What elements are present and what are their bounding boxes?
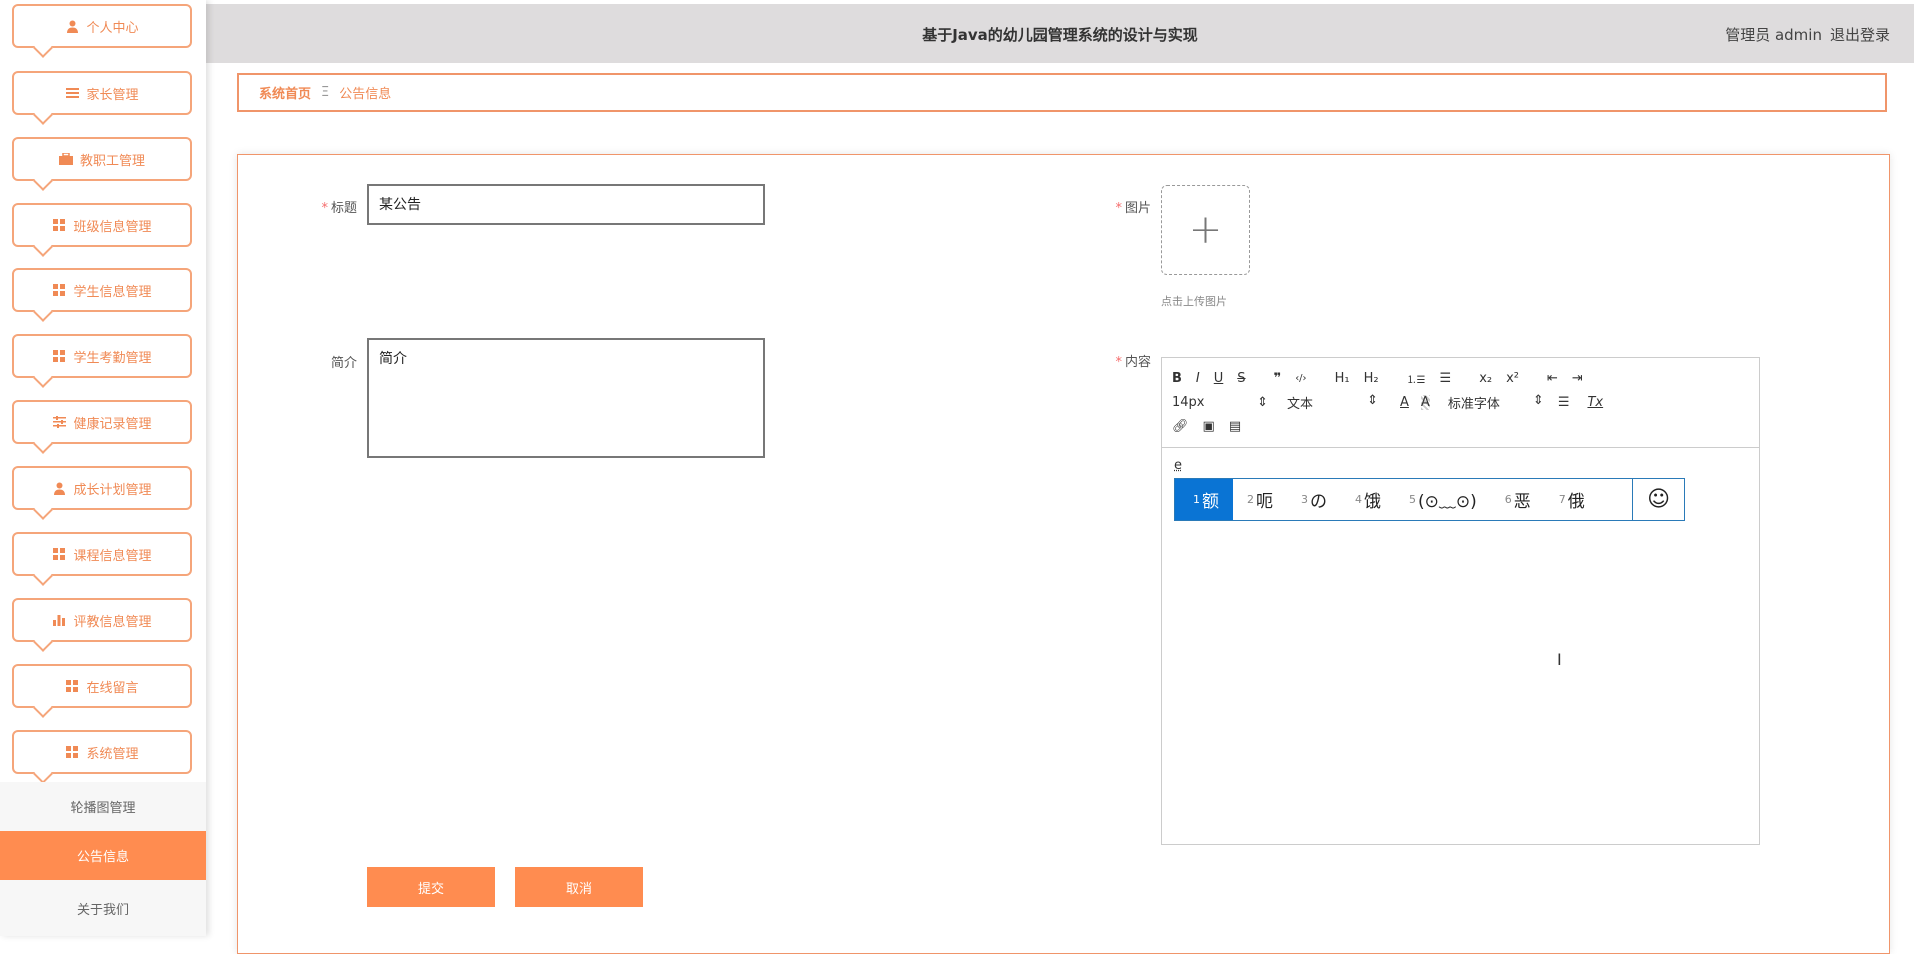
sidebar-item-evaluation[interactable]: 评教信息管理 [12, 598, 192, 642]
ordered-list-button[interactable]: ⒈☰ [1407, 371, 1426, 386]
sidebar-item-personal-center[interactable]: 个人中心 [12, 4, 192, 48]
title-label: * 标题 [321, 201, 357, 216]
italic-button[interactable]: I [1196, 371, 1200, 386]
title-input[interactable]: 某公告 [367, 184, 765, 225]
sidebar-item-attendance[interactable]: 学生考勤管理 [12, 334, 192, 378]
app-title: 基于Java的幼儿园管理系统的设计与实现 [922, 26, 1198, 44]
grid-icon [65, 679, 79, 693]
font-family-select[interactable]: 标准字体 ⇕ [1448, 393, 1558, 412]
submenu-announcements[interactable]: 公告信息 [0, 831, 206, 880]
code-block-button[interactable]: ‹/› [1295, 373, 1306, 384]
video-icon[interactable]: ▤ [1229, 419, 1241, 434]
person-icon [52, 481, 66, 495]
background-color-button[interactable]: A [1420, 394, 1430, 410]
intro-label: 简介 [330, 356, 357, 371]
link-icon[interactable]: 🔗︎ [1172, 419, 1189, 434]
sidebar-item-messages[interactable]: 在线留言 [12, 664, 192, 708]
ime-candidate[interactable]: 4饿 [1341, 479, 1395, 520]
submenu-carousel[interactable]: 轮播图管理 [0, 782, 206, 831]
blockquote-button[interactable]: ❞ [1274, 371, 1282, 386]
font-size-select[interactable]: 14px ⇕ [1172, 395, 1282, 410]
grid-icon [52, 218, 66, 232]
sidebar-item-growth-plan[interactable]: 成长计划管理 [12, 466, 192, 510]
ime-candidate[interactable]: 5 (⊙﹏⊙) [1395, 479, 1491, 520]
cancel-button[interactable]: 取消 [515, 867, 643, 907]
rich-text-editor: B I U S ❞ ‹/› H₁ H₂ ⒈☰ ☰ x₂ x² ⇤ ⇥ 14px ⇕… [1161, 357, 1760, 845]
bullet-list-button[interactable]: ☰ [1440, 371, 1452, 386]
grid-icon [52, 349, 66, 363]
person-icon [65, 19, 79, 33]
submit-button[interactable]: 提交 [367, 867, 495, 907]
logout-link[interactable]: 退出登录 [1830, 26, 1890, 44]
plus-icon: + [1188, 207, 1223, 253]
image-upload-button[interactable]: + [1161, 185, 1250, 275]
ime-candidate[interactable]: 3の [1287, 479, 1341, 520]
align-button[interactable]: ☰ [1558, 395, 1570, 410]
updown-icon: ⇕ [1257, 394, 1268, 410]
ime-candidate[interactable]: 6恶 [1491, 479, 1545, 520]
strike-button[interactable]: S [1237, 371, 1245, 386]
grid-icon [52, 547, 66, 561]
block-format-select[interactable]: 文本 ⇕ [1282, 393, 1392, 412]
image-icon[interactable]: ▣ [1203, 419, 1215, 434]
subscript-button[interactable]: x₂ [1479, 371, 1492, 386]
sidebar-item-health[interactable]: 健康记录管理 [12, 400, 192, 444]
ime-candidate[interactable]: 2呃 [1233, 479, 1287, 520]
content-label: * 内容 [1115, 355, 1151, 370]
updown-icon: ⇕ [1367, 392, 1378, 408]
sidebar-item-staff[interactable]: 教职工管理 [12, 137, 192, 181]
sidebar-item-system[interactable]: 系统管理 [12, 730, 192, 774]
superscript-button[interactable]: x² [1506, 371, 1519, 386]
bar-chart-icon [52, 613, 66, 627]
sidebar: 个人中心 家长管理 教职工管理 班级信息管理 学生信息管理 学生考勤管理 健康记… [0, 0, 206, 936]
ime-candidate-bar: 1额 2呃 3の 4饿 5 (⊙﹏⊙) 6恶 7俄 ☺ [1174, 478, 1685, 521]
indent-button[interactable]: ⇥ [1572, 371, 1583, 386]
image-label: * 图片 [1115, 201, 1151, 216]
briefcase-icon [58, 152, 73, 166]
user-label: 管理员 admin [1725, 26, 1822, 44]
h1-button[interactable]: H₁ [1335, 371, 1350, 386]
breadcrumb-separator: Ξ [321, 85, 330, 100]
sliders-icon [52, 415, 66, 429]
intro-textarea[interactable]: 简介 [367, 338, 765, 458]
list-icon [65, 86, 79, 100]
breadcrumb: 系统首页 Ξ 公告信息 [237, 73, 1887, 112]
h2-button[interactable]: H₂ [1364, 371, 1379, 386]
ime-candidate[interactable]: 7俄 [1545, 479, 1599, 520]
submenu-about-us[interactable]: 关于我们 [0, 880, 206, 936]
sidebar-item-class[interactable]: 班级信息管理 [12, 203, 192, 247]
updown-icon: ⇕ [1532, 392, 1544, 408]
breadcrumb-current: 公告信息 [339, 87, 392, 102]
outdent-button[interactable]: ⇤ [1547, 371, 1558, 386]
underline-button[interactable]: U [1214, 371, 1224, 386]
grid-icon [65, 745, 79, 759]
sidebar-item-courses[interactable]: 课程信息管理 [12, 532, 192, 576]
upload-hint: 点击上传图片 [1161, 295, 1227, 308]
clear-format-button[interactable]: Tx [1587, 395, 1603, 410]
breadcrumb-home[interactable]: 系统首页 [259, 83, 311, 102]
font-color-button[interactable]: A [1400, 395, 1409, 410]
editor-toolbar: B I U S ❞ ‹/› H₁ H₂ ⒈☰ ☰ x₂ x² ⇤ ⇥ 14px ⇕… [1162, 358, 1759, 448]
emoji-icon[interactable]: ☺ [1632, 479, 1684, 520]
sidebar-item-parents[interactable]: 家长管理 [12, 71, 192, 115]
text-cursor-icon: I [1557, 650, 1562, 669]
ime-candidate[interactable]: 1额 [1175, 479, 1233, 520]
sidebar-item-students[interactable]: 学生信息管理 [12, 268, 192, 312]
top-header: 基于Java的幼儿园管理系统的设计与实现 管理员 admin 退出登录 [206, 4, 1914, 63]
grid-icon [52, 283, 66, 297]
bold-button[interactable]: B [1172, 371, 1182, 386]
